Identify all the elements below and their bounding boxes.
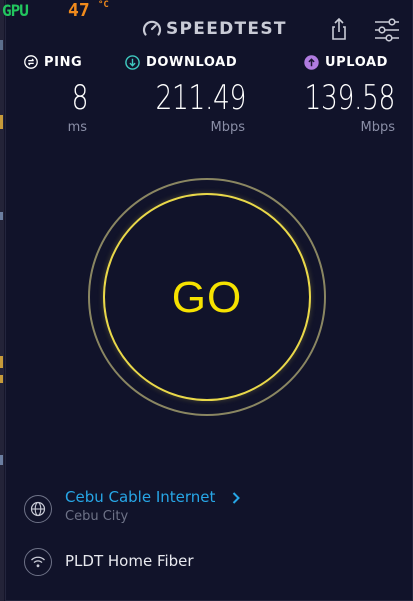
gpu-temperature: 47 [68, 0, 90, 21]
speedometer-logo-icon [142, 20, 162, 36]
ping-metric: PING 8 ms [24, 52, 104, 135]
download-arrow-icon [125, 54, 140, 70]
download-value: 211.49 [155, 78, 247, 118]
speedtest-window: SPEEDTEST PING 8 ms DOWNLOAD 211.49 Mbps… [5, 0, 413, 601]
settings-sliders-icon [375, 18, 399, 42]
ping-value: 8 [71, 78, 89, 118]
upload-metric: UPLOAD 139.58 Mbps [304, 52, 404, 135]
upload-arrow-icon [304, 54, 319, 70]
ping-label: PING [44, 54, 83, 70]
upload-value: 139.58 [304, 78, 396, 118]
settings-button[interactable] [373, 18, 401, 42]
background-window-edge [0, 0, 4, 601]
provider-location: Cebu City [65, 509, 129, 524]
provider-icon-circle [24, 495, 52, 523]
download-metric: DOWNLOAD 211.49 Mbps [125, 52, 265, 135]
speedtest-logo: SPEEDTEST [142, 19, 287, 39]
download-label: DOWNLOAD [146, 54, 238, 70]
provider-row[interactable]: Cebu Cable Internet Cebu City [24, 488, 384, 532]
gpu-label: GPU [2, 1, 29, 20]
download-unit: Mbps [210, 120, 246, 135]
go-button-area: GO [88, 178, 330, 420]
chevron-right-icon[interactable] [231, 491, 241, 505]
upload-label: UPLOAD [325, 54, 389, 70]
top-bar: SPEEDTEST [6, 12, 412, 46]
go-label: GO [171, 273, 243, 322]
ping-unit: ms [67, 120, 87, 135]
gpu-temperature-unit: °C [98, 0, 109, 10]
share-button[interactable] [326, 16, 352, 42]
share-icon [332, 17, 346, 40]
logo-text: SPEEDTEST [166, 19, 287, 39]
wifi-icon [31, 556, 45, 568]
provider-name[interactable]: Cebu Cable Internet [65, 488, 215, 506]
network-icon-circle [24, 548, 52, 576]
network-name: PLDT Home Fiber [65, 552, 194, 570]
ping-icon [24, 55, 38, 69]
upload-unit: Mbps [360, 120, 396, 135]
globe-icon [30, 501, 46, 517]
go-button[interactable]: GO [103, 193, 311, 401]
network-row: PLDT Home Fiber [24, 546, 384, 578]
